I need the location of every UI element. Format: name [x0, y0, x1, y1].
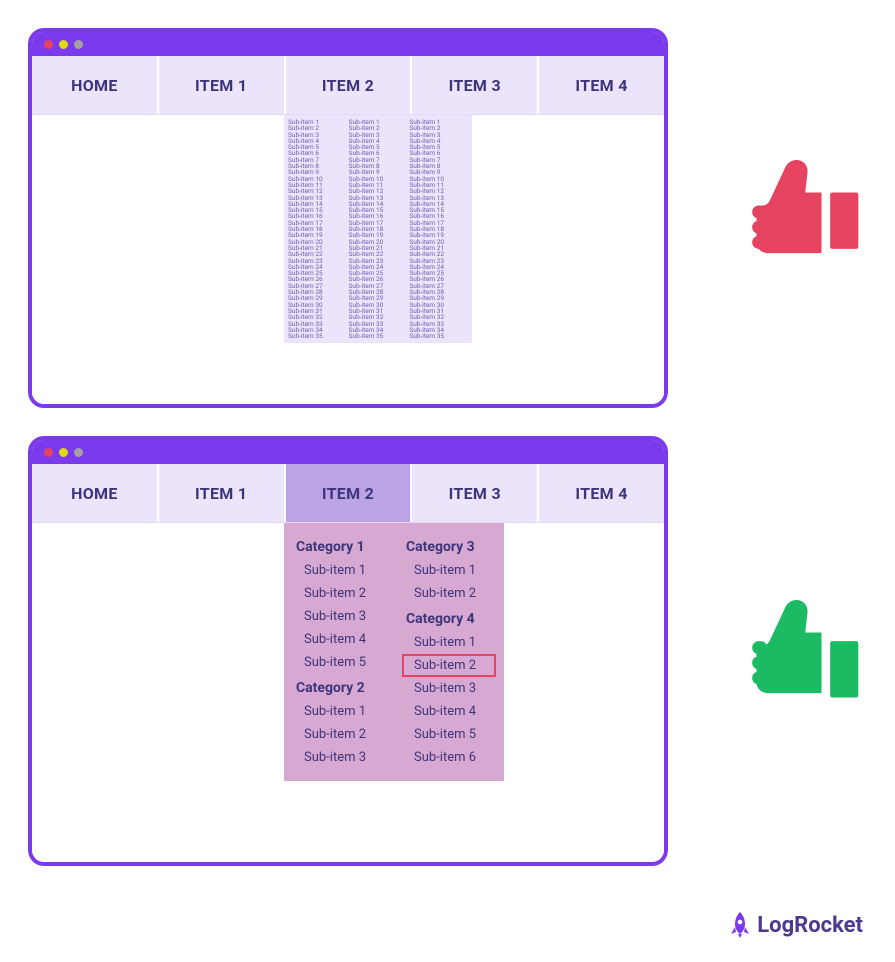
navbar: HOMEITEM 1ITEM 2ITEM 3ITEM 4	[32, 464, 664, 523]
mega-subitem[interactable]: Sub-item 5	[402, 723, 496, 746]
mega-subitem[interactable]: Sub-item 2	[402, 582, 496, 605]
mega-category-title: Category 3	[402, 533, 496, 559]
mega-category-title: Category 4	[402, 605, 496, 631]
thumbs-down-icon	[737, 160, 867, 290]
logo-text: LogRocket	[757, 913, 863, 938]
mega-subitem[interactable]: Sub-item 2	[292, 582, 386, 605]
good-example-window: HOMEITEM 1ITEM 2ITEM 3ITEM 4 Category 1S…	[28, 436, 668, 866]
mega-subitem[interactable]: Sub-item 1	[402, 559, 496, 582]
mega-category-title: Category 1	[292, 533, 386, 559]
nav-item-item-1[interactable]: ITEM 1	[159, 464, 286, 522]
mega-subitem[interactable]: Sub-item 2	[402, 654, 496, 677]
window-titlebar	[32, 440, 664, 464]
window-titlebar	[32, 32, 664, 56]
logrocket-logo: LogRocket	[729, 912, 863, 938]
mega-subitem[interactable]: Sub-item 4	[402, 700, 496, 723]
mega-subitem[interactable]: Sub-item 1	[292, 559, 386, 582]
nav-item-item-2[interactable]: ITEM 2	[286, 464, 413, 522]
nav-item-item-2[interactable]: ITEM 2	[286, 56, 413, 114]
nav-item-item-4[interactable]: ITEM 4	[539, 464, 664, 522]
mega-subitem[interactable]: Sub-item 1	[402, 631, 496, 654]
mega-subitem[interactable]: Sub-item 3	[402, 677, 496, 700]
nav-item-item-3[interactable]: ITEM 3	[412, 464, 539, 522]
maximize-dot-icon[interactable]	[74, 448, 83, 457]
thumbs-up-icon	[737, 600, 867, 730]
bad-example-window: HOMEITEM 1ITEM 2ITEM 3ITEM 4 Sub-item 1S…	[28, 28, 668, 408]
minimize-dot-icon[interactable]	[59, 40, 68, 49]
nav-item-home[interactable]: HOME	[32, 464, 159, 522]
bad-dropdown-column: Sub-item 1Sub-item 2Sub-item 3Sub-item 4…	[349, 119, 408, 339]
bad-dropdown-column: Sub-item 1Sub-item 2Sub-item 3Sub-item 4…	[409, 119, 468, 339]
minimize-dot-icon[interactable]	[59, 448, 68, 457]
mega-subitem[interactable]: Sub-item 6	[402, 746, 496, 769]
nav-item-item-3[interactable]: ITEM 3	[412, 56, 539, 114]
mega-subitem[interactable]: Sub-item 1	[292, 700, 386, 723]
bad-dropdown-column: Sub-item 1Sub-item 2Sub-item 3Sub-item 4…	[288, 119, 347, 339]
close-dot-icon[interactable]	[44, 40, 53, 49]
mega-subitem[interactable]: Sub-item 2	[292, 723, 386, 746]
mega-column-left: Category 1Sub-item 1Sub-item 2Sub-item 3…	[284, 533, 394, 769]
bad-subitem[interactable]: Sub-item 35	[409, 333, 468, 339]
bad-subitem[interactable]: Sub-item 35	[349, 333, 408, 339]
nav-item-item-1[interactable]: ITEM 1	[159, 56, 286, 114]
overflowing-dropdown: Sub-item 1Sub-item 2Sub-item 3Sub-item 4…	[284, 115, 472, 343]
mega-column-right: Category 3Sub-item 1Sub-item 2Category 4…	[394, 533, 504, 769]
rocket-icon	[729, 912, 751, 938]
mega-category-title: Category 2	[292, 674, 386, 700]
mega-subitem[interactable]: Sub-item 4	[292, 628, 386, 651]
bad-subitem[interactable]: Sub-item 35	[288, 333, 347, 339]
maximize-dot-icon[interactable]	[74, 40, 83, 49]
content-area: Category 1Sub-item 1Sub-item 2Sub-item 3…	[32, 523, 664, 862]
nav-item-item-4[interactable]: ITEM 4	[539, 56, 664, 114]
mega-menu: Category 1Sub-item 1Sub-item 2Sub-item 3…	[284, 523, 504, 781]
mega-subitem[interactable]: Sub-item 3	[292, 746, 386, 769]
nav-item-home[interactable]: HOME	[32, 56, 159, 114]
mega-subitem[interactable]: Sub-item 5	[292, 651, 386, 674]
navbar: HOMEITEM 1ITEM 2ITEM 3ITEM 4	[32, 56, 664, 115]
content-area: Sub-item 1Sub-item 2Sub-item 3Sub-item 4…	[32, 115, 664, 404]
mega-subitem[interactable]: Sub-item 3	[292, 605, 386, 628]
close-dot-icon[interactable]	[44, 448, 53, 457]
